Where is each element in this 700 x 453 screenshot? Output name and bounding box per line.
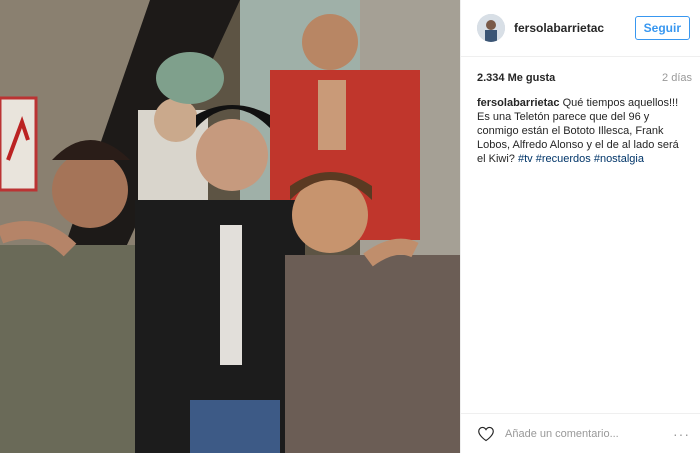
hashtag-link[interactable]: #tv xyxy=(518,153,533,165)
more-options-icon[interactable]: ··· xyxy=(673,426,690,442)
post-photo[interactable] xyxy=(0,0,460,453)
caption-username[interactable]: fersolabarrietac xyxy=(477,97,560,109)
username-link[interactable]: fersolabarrietac xyxy=(514,21,635,35)
post-side-panel: fersolabarrietac Seguir 2.334 Me gusta 2… xyxy=(460,0,700,453)
avatar-image-icon xyxy=(477,14,505,42)
avatar[interactable] xyxy=(477,14,505,42)
post-timestamp[interactable]: 2 días xyxy=(662,72,692,84)
comment-bar: Añade un comentario... ··· xyxy=(461,413,700,453)
comment-input[interactable]: Añade un comentario... xyxy=(505,428,673,440)
follow-button[interactable]: Seguir xyxy=(634,16,690,40)
hashtag-link[interactable]: #recuerdos xyxy=(536,153,591,165)
group-photo-illustration xyxy=(0,0,460,453)
post-meta: 2.334 Me gusta 2 días xyxy=(461,57,700,84)
heart-icon[interactable] xyxy=(477,426,495,442)
likes-count[interactable]: 2.334 Me gusta xyxy=(477,72,555,84)
hashtag-link[interactable]: #nostalgia xyxy=(594,153,644,165)
post-caption: fersolabarrietac Qué tiempos aquellos!!!… xyxy=(461,84,700,166)
post-header: fersolabarrietac Seguir xyxy=(461,0,700,57)
instagram-post: fersolabarrietac Seguir 2.334 Me gusta 2… xyxy=(0,0,700,453)
